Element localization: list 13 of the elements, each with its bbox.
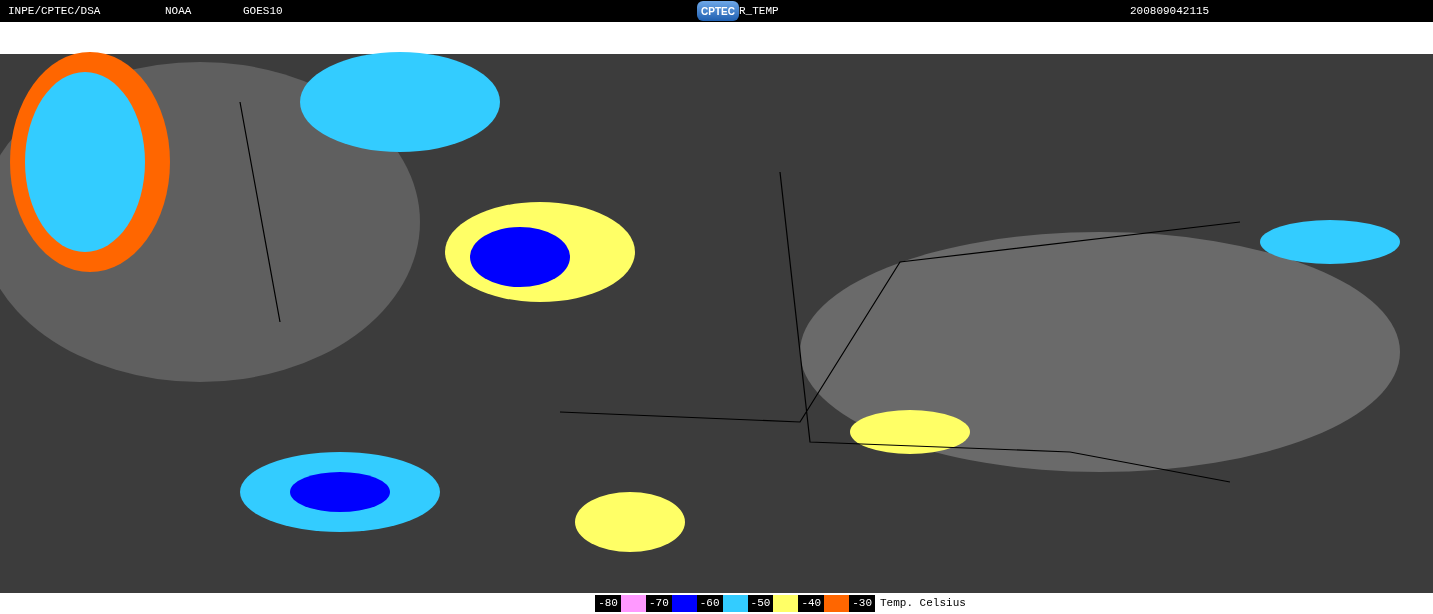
agency-label: NOAA bbox=[165, 3, 193, 19]
product-label: R_TEMP bbox=[739, 3, 780, 19]
legend-label: -40 bbox=[798, 595, 825, 612]
legend-label: -30 bbox=[849, 595, 875, 612]
source-label: INPE/CPTEC/DSA bbox=[8, 3, 102, 19]
legend-label: -60 bbox=[696, 595, 723, 612]
legend-unit: Temp. Celsius bbox=[879, 596, 966, 612]
legend-label: -50 bbox=[747, 595, 774, 612]
legend-label: -70 bbox=[645, 595, 672, 612]
logo: CPTEC bbox=[697, 1, 739, 21]
satellite-label: GOES10 bbox=[243, 3, 284, 19]
timestamp-label: 200809042115 bbox=[1130, 3, 1211, 19]
legend-label: -80 bbox=[595, 595, 621, 612]
